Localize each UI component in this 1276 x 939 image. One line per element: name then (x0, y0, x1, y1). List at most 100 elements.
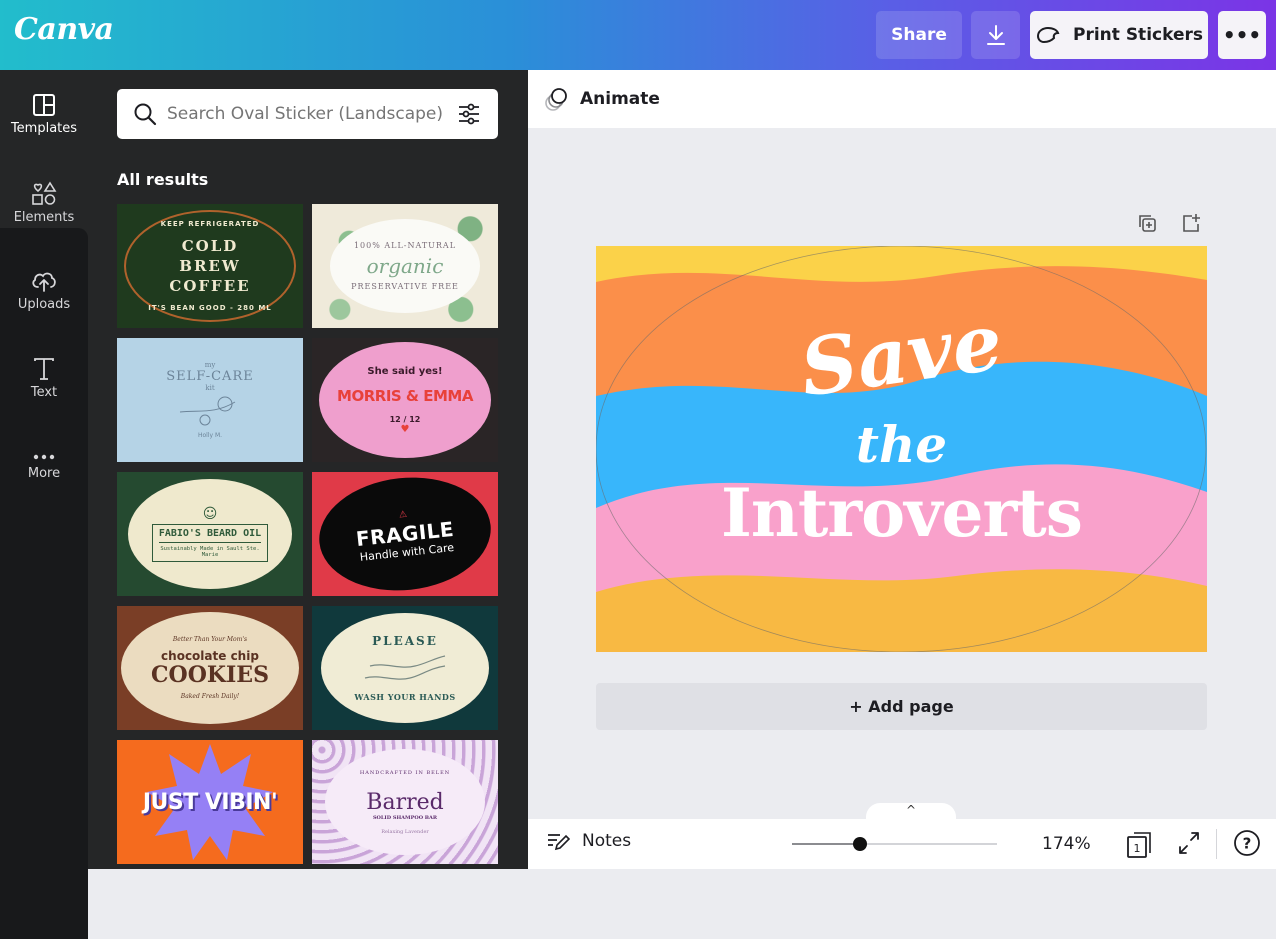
template-text: my (204, 361, 216, 369)
heart-icon: ♥ (400, 423, 410, 435)
help-button[interactable]: ? (1233, 829, 1261, 861)
template-text: kit (205, 384, 215, 392)
add-page-button[interactable]: + Add page (596, 683, 1207, 730)
zoom-slider[interactable] (792, 837, 997, 851)
canva-logo[interactable]: Canva (14, 12, 114, 47)
notes-button[interactable]: Notes (546, 831, 631, 851)
rail-item-text[interactable]: Text (0, 334, 88, 422)
print-stickers-label: Print Stickers (1073, 25, 1203, 45)
fullscreen-button[interactable] (1176, 829, 1202, 861)
template-thumbnail[interactable]: Better Than Your Mom's chocolate chip CO… (117, 606, 303, 730)
templates-panel: All results KEEP REFRIGERATED COLD BREW … (88, 70, 528, 869)
notes-label: Notes (582, 831, 632, 851)
design-canvas[interactable]: Save the Introverts (596, 246, 1207, 652)
print-stickers-button[interactable]: Print Stickers (1030, 11, 1208, 59)
template-thumbnail[interactable]: JUST VIBIN' (117, 740, 303, 864)
sticker-icon (1036, 26, 1060, 44)
template-text: She said yes! (367, 365, 443, 377)
filter-icon[interactable] (457, 102, 481, 126)
show-pages-button[interactable]: ^ (866, 803, 956, 821)
beard-man-illustration: ☺ (202, 506, 218, 522)
editor-area: Animate Save the Introverts + Add page (528, 70, 1276, 869)
hands-illustration (364, 655, 446, 680)
chevron-up-icon: ^ (905, 803, 917, 817)
divider (1216, 829, 1217, 859)
more-dots-icon (33, 454, 55, 459)
animate-label: Animate (580, 89, 660, 109)
template-text: PLEASE (372, 634, 438, 648)
rail-label: Text (30, 384, 58, 400)
rail-item-elements[interactable]: Elements (0, 158, 88, 246)
template-thumbnail[interactable]: my SELF-CARE kit Holly M. (117, 338, 303, 462)
template-text: HANDCRAFTED IN BELEN (359, 769, 451, 776)
template-text: IT'S BEAN GOOD - 280 ML (148, 304, 272, 312)
template-text: Holly M. (197, 432, 223, 439)
pages-icon: 1 (1127, 832, 1151, 858)
text-icon (34, 357, 54, 380)
template-text: COOKIES (151, 662, 269, 688)
template-text: COLD BREW COFFEE (169, 237, 251, 295)
template-thumbnail[interactable]: PLEASE WASH YOUR HANDS (312, 606, 498, 730)
template-text: Barred (366, 789, 444, 815)
page-tools (1136, 212, 1202, 234)
template-thumbnail[interactable]: ☺ FABIO'S BEARD OIL Sustainably Made in … (117, 472, 303, 596)
more-options-button[interactable]: ••• (1218, 11, 1266, 59)
page-count-button[interactable]: 1 (1124, 829, 1154, 863)
template-text: WASH YOUR HANDS (354, 692, 456, 702)
search-input[interactable] (167, 104, 447, 124)
template-text: 12 / 12 (389, 414, 421, 424)
zoom-level[interactable]: 174% (1042, 834, 1091, 854)
editor-toolbar: Animate (528, 70, 1276, 128)
svg-text:1: 1 (1134, 842, 1141, 855)
stripe-gold (596, 569, 1207, 652)
template-text: Relaxing Lavender (381, 828, 429, 835)
top-bar: Canva Share Print Stickers ••• (0, 0, 1276, 70)
template-text: PRESERVATIVE FREE (351, 282, 459, 291)
notes-icon (548, 834, 570, 851)
canvas-headline-the[interactable]: the (596, 418, 1207, 472)
download-button[interactable] (971, 11, 1020, 59)
animate-icon (545, 88, 567, 111)
template-thumbnail[interactable]: HANDCRAFTED IN BELEN Barred SOLID SHAMPO… (312, 740, 498, 864)
template-text: KEEP REFRIGERATED (160, 220, 260, 228)
rail-item-uploads[interactable]: Uploads (0, 246, 88, 334)
side-rail: Templates Elements Uploads Text More (0, 70, 88, 939)
zoom-slider-knob[interactable] (852, 837, 867, 851)
upload-cloud-icon (32, 272, 56, 292)
template-text: SELF-CARE (166, 369, 254, 384)
template-text: MORRIS & EMMA (337, 386, 473, 405)
search-icon (134, 103, 157, 126)
zoom-slider-fill (792, 843, 860, 845)
rail-item-more[interactable]: More (0, 422, 88, 510)
search-box[interactable] (117, 89, 498, 139)
template-text: Sustainably Made in Sault Ste. Marie (160, 546, 260, 558)
template-text: organic (366, 254, 444, 278)
rail-label: Uploads (17, 296, 71, 312)
bottom-bar: ^ Notes 174% 1 ? (528, 803, 1276, 869)
template-text: Better Than Your Mom's (172, 636, 248, 643)
template-text: Baked Fresh Daily! (180, 693, 240, 700)
section-title: All results (117, 170, 209, 189)
template-thumbnail[interactable]: ⚠ FRAGILE Handle with Care (312, 472, 498, 596)
elements-icon (32, 180, 57, 205)
template-thumbnail[interactable]: She said yes! MORRIS & EMMA 12 / 12 ♥ (312, 338, 498, 462)
template-text: JUST VIBIN' (142, 789, 278, 815)
rail-label: More (27, 465, 61, 481)
share-button[interactable]: Share (876, 11, 962, 59)
template-text: 100% ALL-NATURAL (353, 241, 457, 250)
help-icon: ? (1234, 830, 1260, 856)
template-thumbnail[interactable]: 100% ALL-NATURAL organic PRESERVATIVE FR… (312, 204, 498, 328)
rail-item-templates[interactable]: Templates (0, 70, 88, 158)
template-text: chocolate chip (161, 649, 259, 663)
animate-button[interactable]: Animate (544, 86, 660, 112)
duplicate-page-icon[interactable] (1136, 212, 1158, 234)
template-text: FABIO'S BEARD OIL (158, 528, 262, 543)
canvas-headline-introverts[interactable]: Introverts (596, 478, 1207, 548)
rail-label: Elements (13, 209, 75, 225)
template-thumbnail[interactable]: KEEP REFRIGERATED COLD BREW COFFEE IT'S … (117, 204, 303, 328)
add-page-icon[interactable] (1180, 212, 1202, 234)
template-text: SOLID SHAMPOO BAR (372, 814, 438, 821)
warning-icon: ⚠ (398, 509, 408, 521)
templates-icon (33, 93, 55, 116)
rail-label: Templates (10, 120, 78, 136)
